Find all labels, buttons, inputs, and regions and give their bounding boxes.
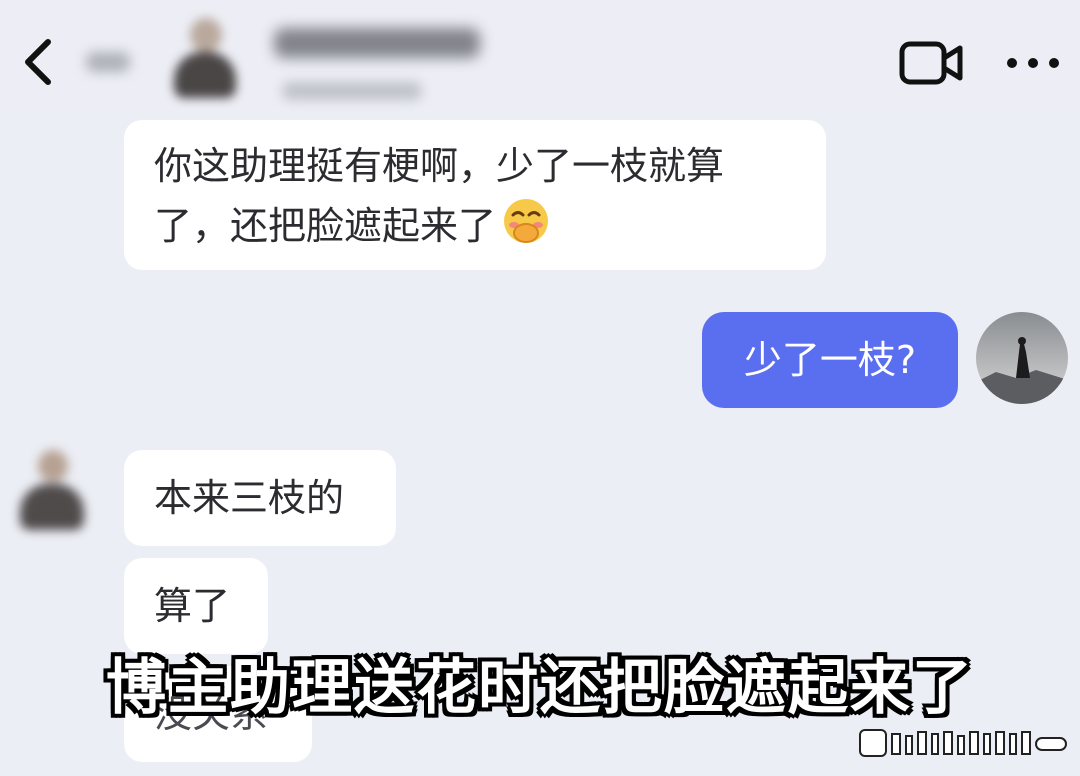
video-caption: 博主助理送花时还把脸遮起来了 — [106, 653, 974, 723]
my-avatar[interactable] — [976, 312, 1068, 404]
incoming-message-bubble[interactable]: 算了 — [124, 558, 268, 654]
blurred-label — [86, 52, 130, 72]
watermark-logo — [858, 726, 1070, 762]
incoming-message-bubble[interactable]: 本来三枝的 — [124, 450, 396, 546]
message-text-line-2: 了，还把脸遮起来了 — [154, 196, 796, 256]
video-call-button[interactable] — [898, 38, 966, 88]
contact-avatar-small[interactable] — [16, 444, 90, 534]
more-horizontal-icon — [1007, 58, 1059, 68]
chevron-left-icon — [25, 39, 51, 85]
outgoing-message-bubble[interactable]: 少了一枝? — [702, 312, 958, 408]
message-text: 你这助理挺有梗啊，少了一枝就算 — [154, 144, 725, 188]
more-options-button[interactable] — [1002, 46, 1064, 80]
chat-header — [0, 0, 1080, 110]
incoming-message-bubble[interactable]: 你这助理挺有梗啊，少了一枝就算 了，还把脸遮起来了 — [124, 120, 826, 270]
face-covering-mouth-emoji-icon — [502, 197, 550, 245]
message-text: 了，还把脸遮起来了 — [154, 204, 497, 248]
contact-name-redacted — [274, 28, 480, 58]
contact-avatar[interactable] — [168, 14, 242, 102]
contact-subtitle-redacted — [282, 82, 422, 100]
back-button[interactable] — [14, 32, 64, 92]
video-camera-icon — [899, 41, 963, 85]
